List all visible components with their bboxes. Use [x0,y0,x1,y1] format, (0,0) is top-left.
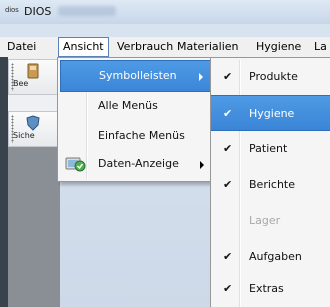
submenu-item-aufgaben[interactable]: ✔ Aufgaben [211,239,330,275]
submenu-item-lager: Lager [211,203,330,239]
menu-verbrauch[interactable]: Verbrauch [113,37,177,57]
toolbar-label: Siche [13,131,35,140]
toolbar-siche[interactable]: Siche [8,111,61,147]
menu-lager-partial[interactable]: La [310,37,330,57]
app-logo-icon: dios [5,6,19,14]
menu-materialien[interactable]: Materialien [173,37,242,57]
submenu-item-patient[interactable]: ✔ Patient [211,131,330,167]
submenu-item-produkte[interactable]: ✔ Produkte [211,59,330,95]
shield-icon [26,115,40,131]
container-icon [27,63,39,79]
submenu-arrow-icon [199,73,203,81]
workspace-background [8,147,60,307]
menu-item-daten-anzeige[interactable]: Daten-Anzeige [60,149,213,181]
ansicht-dropdown-menu: Symbolleisten Alle Menüs Einfache Menüs … [57,57,216,182]
blurred-title-text [58,6,116,16]
menu-item-label: Alle Menüs [98,99,158,112]
checkmark-icon: ✔ [223,282,233,295]
menu-item-alle-menues[interactable]: Alle Menüs [60,91,213,123]
symbolleisten-submenu: ✔ Produkte ✔ Hygiene ✔ Patient ✔ Bericht… [210,57,330,307]
menu-ansicht[interactable]: Ansicht [58,37,109,57]
toolbar-bee[interactable]: Bee [8,59,61,95]
menu-bar: Datei Ansicht Verbrauch Materialien Hygi… [0,37,330,58]
checkmark-icon: ✔ [223,250,233,263]
menu-item-symbolleisten[interactable]: Symbolleisten [60,60,213,92]
submenu-item-label: Patient [249,142,288,155]
submenu-item-label: Extras [249,282,284,295]
app-window: dios DIOS Datei Ansicht Verbrauch Materi… [0,0,330,307]
title-bar: dios DIOS [0,0,330,24]
submenu-item-extras[interactable]: ✔ Extras [211,271,330,307]
submenu-item-label: Lager [249,214,281,227]
menu-item-label: Symbolleisten [99,69,177,82]
checkmark-icon: ✔ [223,142,233,155]
checkmark-icon: ✔ [223,70,233,83]
menu-item-label: Einfache Menüs [98,129,185,142]
menu-datei[interactable]: Datei [3,37,40,57]
toolbar-label: Bee [13,79,29,88]
submenu-item-label: Hygiene [249,107,295,120]
submenu-item-label: Berichte [249,178,295,191]
submenu-item-berichte[interactable]: ✔ Berichte [211,167,330,203]
toolbar-area: Bee Siche [0,57,61,307]
menu-hygiene[interactable]: Hygiene [252,37,305,57]
data-display-icon [65,157,86,172]
submenu-item-hygiene[interactable]: ✔ Hygiene [211,95,330,131]
submenu-arrow-icon [200,161,204,169]
dock-strip [0,57,8,307]
window-title: DIOS [24,5,52,18]
submenu-item-label: Aufgaben [249,250,302,263]
checkmark-icon: ✔ [223,178,233,191]
submenu-item-label: Produkte [249,70,298,83]
menu-item-label: Daten-Anzeige [98,157,179,170]
checkmark-icon: ✔ [223,107,233,120]
